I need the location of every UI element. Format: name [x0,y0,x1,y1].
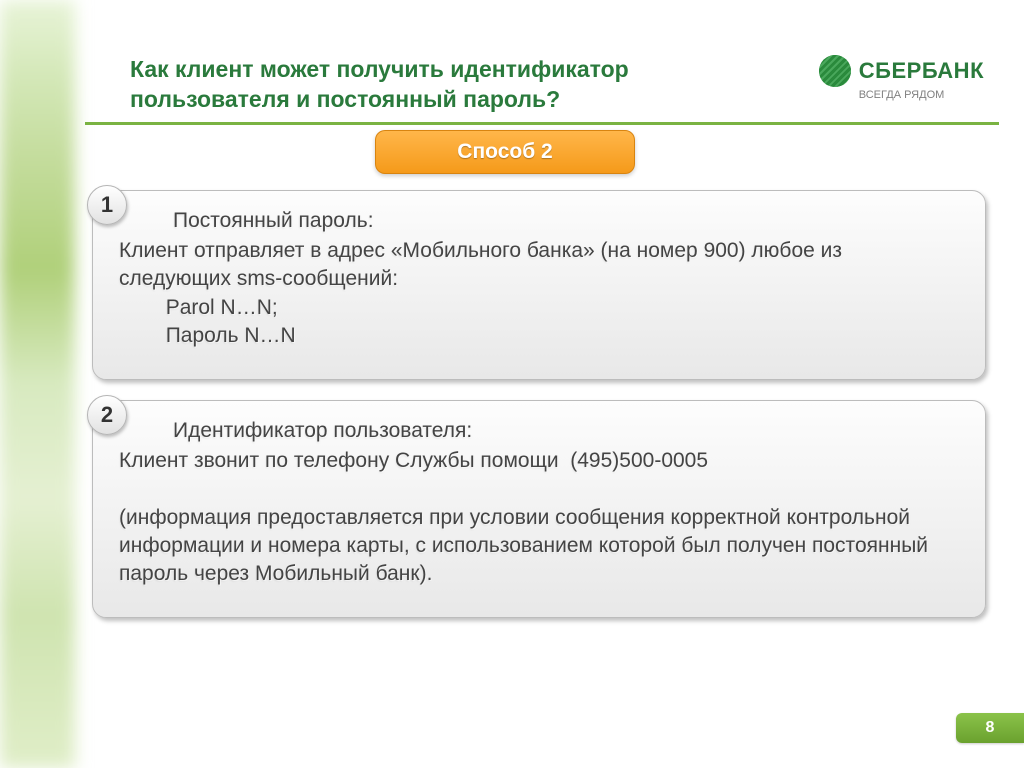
logo-text: СБЕРБАНК [859,58,984,84]
header-rule [85,122,999,125]
page-number: 8 [956,713,1024,743]
step-number-badge: 2 [87,395,127,435]
header: Как клиент может получить идентификатор … [130,55,984,115]
logo-tagline: ВСЕГДА РЯДОМ [859,89,984,101]
card-body: Клиент отправляет в адрес «Мобильного ба… [119,237,959,350]
card-step-1: 1 Постоянный пароль: Клиент отправляет в… [92,190,986,380]
left-decoration [0,0,75,768]
page-title: Как клиент может получить идентификатор … [130,55,730,115]
logo-block: СБЕРБАНК ВСЕГДА РЯДОМ [819,55,984,101]
card-heading: Идентификатор пользователя: [153,419,959,443]
sberbank-logo-icon [819,55,851,87]
card-body: Клиент звонит по телефону Службы помощи … [119,447,959,589]
card-step-2: 2 Идентификатор пользователя: Клиент зво… [92,400,986,618]
card-heading: Постоянный пароль: [153,209,959,233]
method-tab: Способ 2 [375,130,635,174]
step-number-badge: 1 [87,185,127,225]
